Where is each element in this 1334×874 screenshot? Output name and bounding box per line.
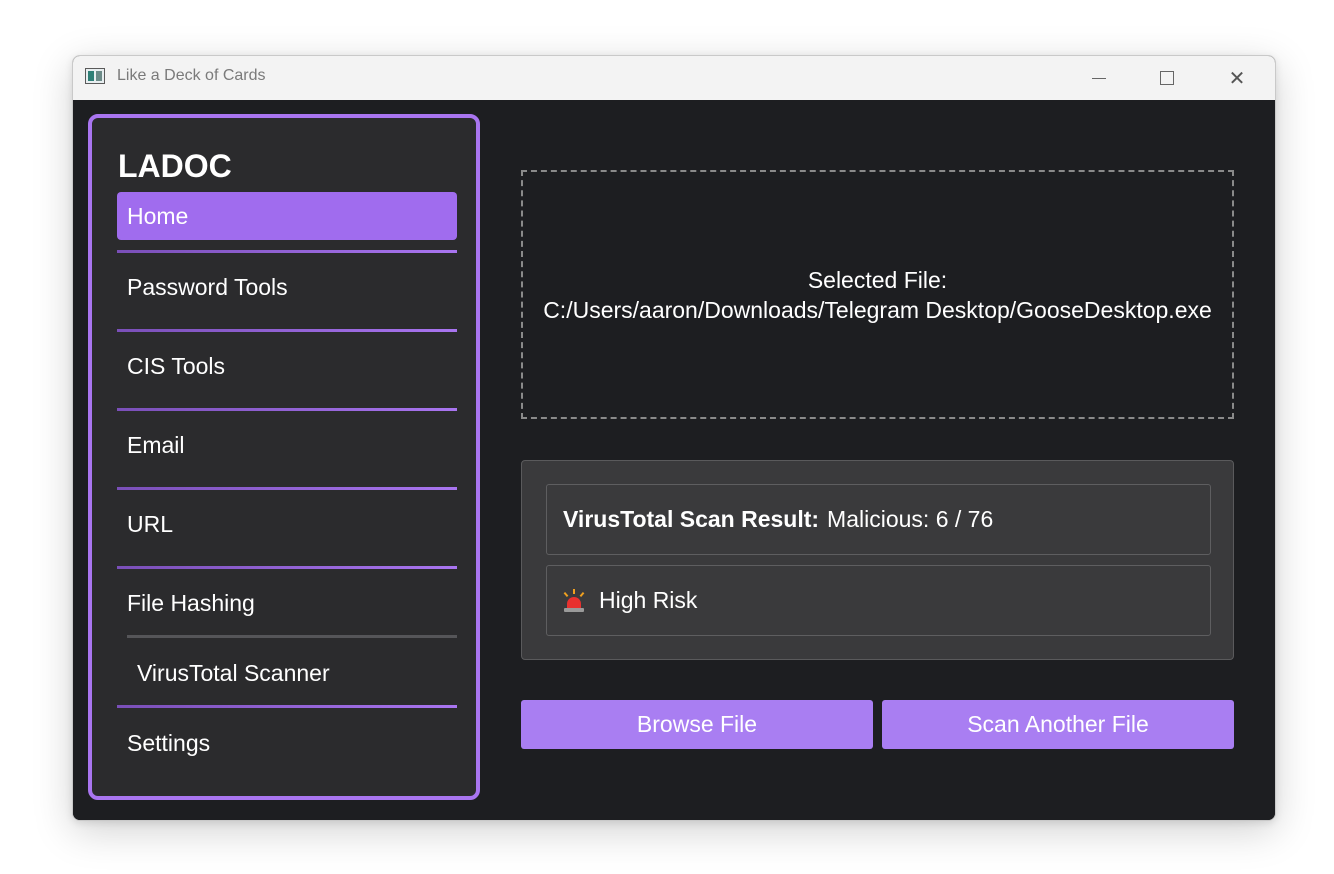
sidebar-divider [117, 705, 457, 708]
close-icon: ✕ [1228, 66, 1246, 90]
sidebar: LADOC Home Password Tools CIS Tools Emai… [88, 114, 480, 800]
risk-level-row: High Risk [546, 565, 1211, 636]
main-content: LADOC Home Password Tools CIS Tools Emai… [73, 100, 1275, 820]
file-drop-zone[interactable]: Selected File: C:/Users/aaron/Downloads/… [521, 170, 1234, 419]
sidebar-item-email[interactable]: Email [117, 421, 457, 469]
minimize-icon [1092, 77, 1106, 79]
browse-file-button[interactable]: Browse File [521, 700, 873, 749]
app-window: Like a Deck of Cards ✕ LADOC Home Passwo… [72, 55, 1276, 821]
sidebar-divider [117, 487, 457, 490]
sidebar-item-home[interactable]: Home [117, 192, 457, 240]
sidebar-divider [117, 250, 457, 253]
sidebar-item-cis-tools[interactable]: CIS Tools [117, 342, 457, 390]
sidebar-divider [117, 329, 457, 332]
brand-title: LADOC [118, 148, 232, 184]
selected-file-path: C:/Users/aaron/Downloads/Telegram Deskto… [543, 296, 1212, 323]
sidebar-divider [117, 408, 457, 411]
title-bar[interactable]: Like a Deck of Cards ✕ [73, 56, 1275, 100]
siren-icon [563, 588, 585, 613]
sidebar-item-settings[interactable]: Settings [117, 719, 457, 767]
sidebar-item-file-hashing[interactable]: File Hashing [117, 579, 457, 627]
maximize-button[interactable] [1133, 56, 1201, 100]
minimize-button[interactable] [1065, 56, 1133, 100]
sidebar-divider [127, 635, 457, 638]
scan-result-row: VirusTotal Scan Result: Malicious: 6 / 7… [546, 484, 1211, 555]
scan-result-label: VirusTotal Scan Result: [563, 506, 820, 532]
scan-another-file-button[interactable]: Scan Another File [882, 700, 1234, 749]
sidebar-item-virustotal-scanner[interactable]: VirusTotal Scanner [117, 649, 457, 697]
scan-result-value: Malicious: 6 / 76 [827, 506, 994, 532]
scan-result-panel: VirusTotal Scan Result: Malicious: 6 / 7… [521, 460, 1234, 660]
sidebar-item-url[interactable]: URL [117, 500, 457, 548]
close-button[interactable]: ✕ [1203, 56, 1271, 100]
window-title: Like a Deck of Cards [117, 67, 266, 84]
selected-file-label: Selected File: [807, 266, 948, 293]
sidebar-divider [117, 566, 457, 569]
maximize-icon [1160, 71, 1174, 85]
app-icon [85, 68, 105, 84]
risk-level-text: High Risk [599, 587, 698, 613]
sidebar-item-password-tools[interactable]: Password Tools [117, 263, 457, 311]
